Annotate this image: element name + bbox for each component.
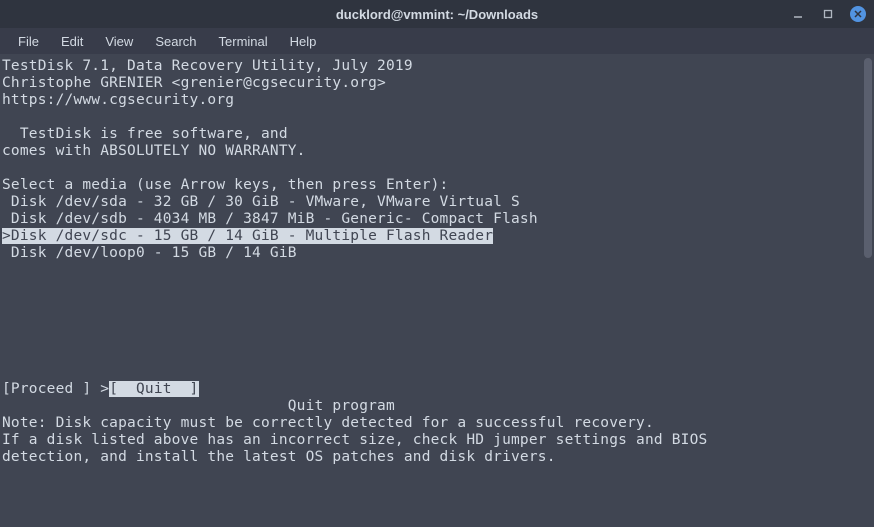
proceed-option[interactable]: [Proceed ] [2, 381, 91, 397]
minimize-button[interactable] [790, 6, 806, 22]
window-controls [790, 6, 866, 22]
author-line: Christophe GRENIER <grenier@cgsecurity.o… [2, 75, 386, 91]
select-media-prompt: Select a media (use Arrow keys, then pre… [2, 177, 449, 193]
close-button[interactable] [850, 6, 866, 22]
note-line-3: detection, and install the latest OS pat… [2, 449, 556, 465]
disk-option-sdb[interactable]: Disk /dev/sdb - 4034 MB / 3847 MiB - Gen… [2, 211, 538, 227]
terminal-area[interactable]: TestDisk 7.1, Data Recovery Utility, Jul… [0, 54, 874, 527]
app-header: TestDisk 7.1, Data Recovery Utility, Jul… [2, 58, 413, 74]
menu-view[interactable]: View [95, 31, 143, 52]
terminal-content: TestDisk 7.1, Data Recovery Utility, Jul… [2, 58, 872, 466]
disk-option-sdc-selected[interactable]: >Disk /dev/sdc - 15 GB / 14 GiB - Multip… [2, 228, 493, 244]
menu-help[interactable]: Help [280, 31, 327, 52]
quit-option-selected[interactable]: [ Quit ] [109, 381, 198, 397]
url-line: https://www.cgsecurity.org [2, 92, 234, 108]
note-line-1: Note: Disk capacity must be correctly de… [2, 415, 654, 431]
menu-edit[interactable]: Edit [51, 31, 93, 52]
option-description: Quit program [2, 398, 395, 414]
option-marker: > [91, 381, 109, 397]
window-title: ducklord@vmmint: ~/Downloads [336, 7, 538, 22]
title-bar: ducklord@vmmint: ~/Downloads [0, 0, 874, 28]
disk-option-loop0[interactable]: Disk /dev/loop0 - 15 GB / 14 GiB [2, 245, 297, 261]
menu-terminal[interactable]: Terminal [209, 31, 278, 52]
scrollbar[interactable] [864, 58, 872, 258]
maximize-button[interactable] [820, 6, 836, 22]
note-line-2: If a disk listed above has an incorrect … [2, 432, 707, 448]
menu-bar: File Edit View Search Terminal Help [0, 28, 874, 54]
disk-option-sda[interactable]: Disk /dev/sda - 32 GB / 30 GiB - VMware,… [2, 194, 520, 210]
warranty-line: comes with ABSOLUTELY NO WARRANTY. [2, 143, 306, 159]
menu-file[interactable]: File [8, 31, 49, 52]
menu-search[interactable]: Search [145, 31, 206, 52]
free-software-line: TestDisk is free software, and [2, 126, 288, 142]
